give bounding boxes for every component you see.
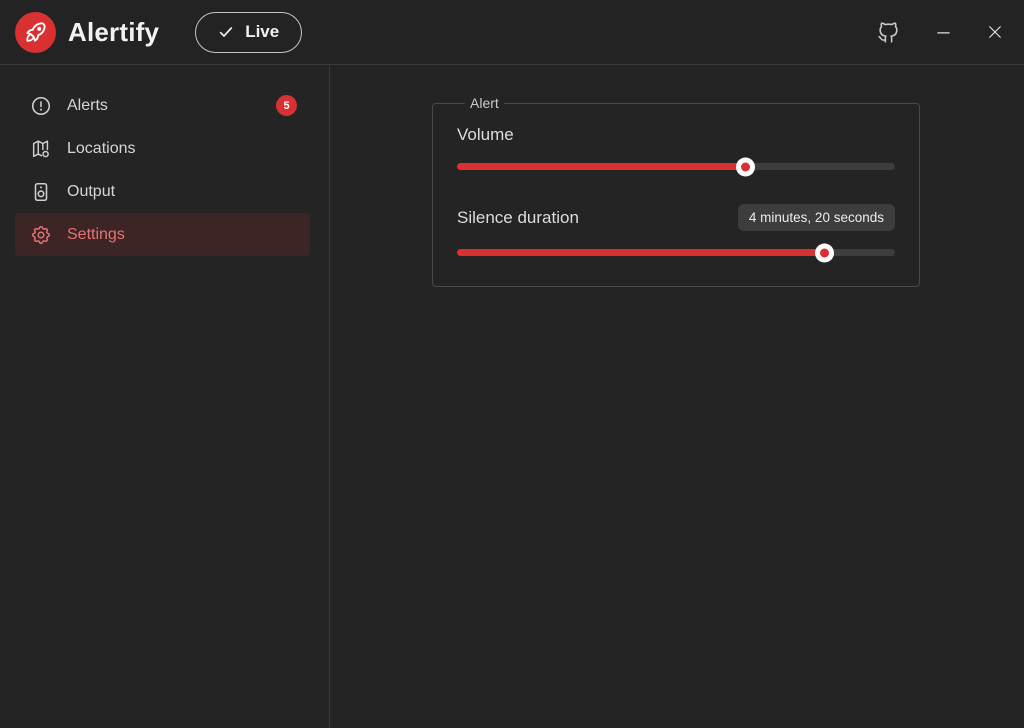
sidebar-item-label: Settings bbox=[67, 226, 125, 244]
sidebar-item-locations[interactable]: Locations bbox=[15, 127, 310, 170]
map-icon bbox=[30, 138, 52, 160]
group-legend: Alert bbox=[465, 95, 504, 111]
body-row: Alerts 5 Locations bbox=[0, 65, 1024, 728]
silence-label-row: Silence duration 4 minutes, 20 seconds bbox=[457, 204, 895, 231]
close-button[interactable] bbox=[982, 19, 1008, 45]
alert-settings-group: Alert Volume Silence duration 4 bbox=[432, 95, 920, 287]
silence-duration-slider[interactable] bbox=[457, 243, 895, 262]
sidebar-item-label: Locations bbox=[67, 140, 136, 158]
app-logo bbox=[15, 12, 56, 53]
alerts-count-badge: 5 bbox=[276, 95, 297, 116]
sidebar-item-alerts[interactable]: Alerts 5 bbox=[15, 84, 310, 127]
rocket-icon bbox=[23, 19, 49, 45]
check-icon bbox=[218, 24, 234, 40]
sidebar-item-label: Output bbox=[67, 183, 115, 201]
minimize-button[interactable] bbox=[931, 20, 956, 45]
sidebar-item-output[interactable]: Output bbox=[15, 170, 310, 213]
silence-slider-fill bbox=[457, 249, 825, 256]
app-title: Alertify bbox=[68, 17, 159, 48]
silence-slider-track[interactable] bbox=[457, 249, 895, 256]
gear-icon bbox=[30, 224, 52, 246]
header-bar: Alertify Live bbox=[0, 0, 1024, 65]
live-button-label: Live bbox=[245, 22, 279, 42]
speaker-icon bbox=[30, 181, 52, 203]
volume-slider-thumb[interactable] bbox=[736, 157, 755, 176]
volume-slider-track[interactable] bbox=[457, 163, 895, 170]
silence-duration-setting: Silence duration 4 minutes, 20 seconds bbox=[457, 204, 895, 262]
silence-duration-label: Silence duration bbox=[457, 208, 579, 228]
sidebar-item-settings[interactable]: Settings bbox=[15, 213, 310, 256]
main-content: Alert Volume Silence duration 4 bbox=[330, 65, 1024, 728]
volume-setting: Volume bbox=[457, 125, 895, 176]
silence-duration-value: 4 minutes, 20 seconds bbox=[738, 204, 895, 231]
volume-slider[interactable] bbox=[457, 157, 895, 176]
sidebar-nav: Alerts 5 Locations bbox=[0, 65, 330, 728]
live-status-button[interactable]: Live bbox=[195, 12, 302, 53]
silence-slider-thumb[interactable] bbox=[815, 243, 834, 262]
volume-label: Volume bbox=[457, 125, 895, 145]
app-window: Alertify Live bbox=[0, 0, 1024, 728]
volume-slider-fill bbox=[457, 163, 746, 170]
alert-circle-icon bbox=[30, 95, 52, 117]
sidebar-item-label: Alerts bbox=[67, 97, 108, 115]
github-icon[interactable] bbox=[872, 16, 905, 49]
